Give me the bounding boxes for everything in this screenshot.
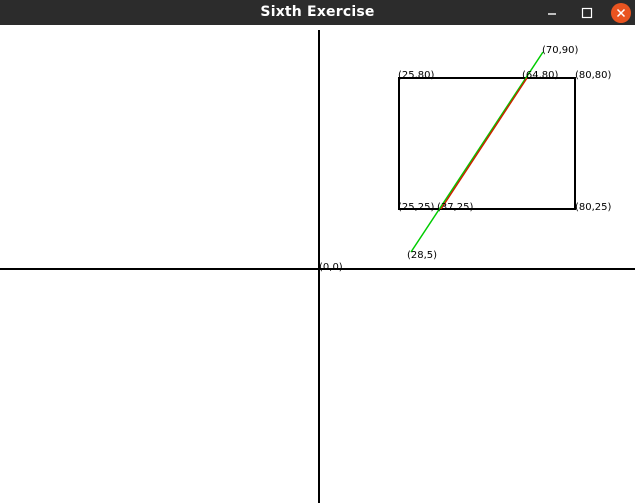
window-title: Sixth Exercise bbox=[260, 4, 375, 20]
minimize-icon bbox=[548, 13, 556, 15]
drawing-canvas[interactable]: (0,0) (25,80) (80,80) (25,25) (80,25) (2… bbox=[0, 30, 635, 503]
clip-end-label: (64,80) bbox=[522, 70, 559, 81]
maximize-icon bbox=[581, 7, 593, 19]
line-end-label: (70,90) bbox=[542, 45, 579, 56]
rect-top-right-label: (80,80) bbox=[575, 70, 612, 81]
full-line bbox=[410, 51, 544, 253]
drawing-surface: (0,0) (25,80) (80,80) (25,25) (80,25) (2… bbox=[0, 30, 635, 503]
clip-start-label: (37,25) bbox=[437, 202, 474, 213]
clip-rectangle bbox=[398, 77, 576, 210]
line-start-label: (28,5) bbox=[407, 250, 437, 261]
titlebar[interactable]: Sixth Exercise bbox=[0, 0, 635, 25]
minimize-button[interactable] bbox=[542, 3, 562, 23]
close-icon bbox=[616, 8, 626, 18]
maximize-button[interactable] bbox=[577, 3, 597, 23]
close-button[interactable] bbox=[611, 3, 631, 23]
rect-top-left-label: (25,80) bbox=[398, 70, 435, 81]
origin-label: (0,0) bbox=[319, 262, 343, 273]
clipped-line bbox=[440, 77, 528, 210]
rect-bottom-left-label: (25,25) bbox=[398, 202, 435, 213]
app-window: Sixth Exercise (0,0) (25,80) (80,80) (25… bbox=[0, 0, 635, 503]
rect-bottom-right-label: (80,25) bbox=[575, 202, 612, 213]
